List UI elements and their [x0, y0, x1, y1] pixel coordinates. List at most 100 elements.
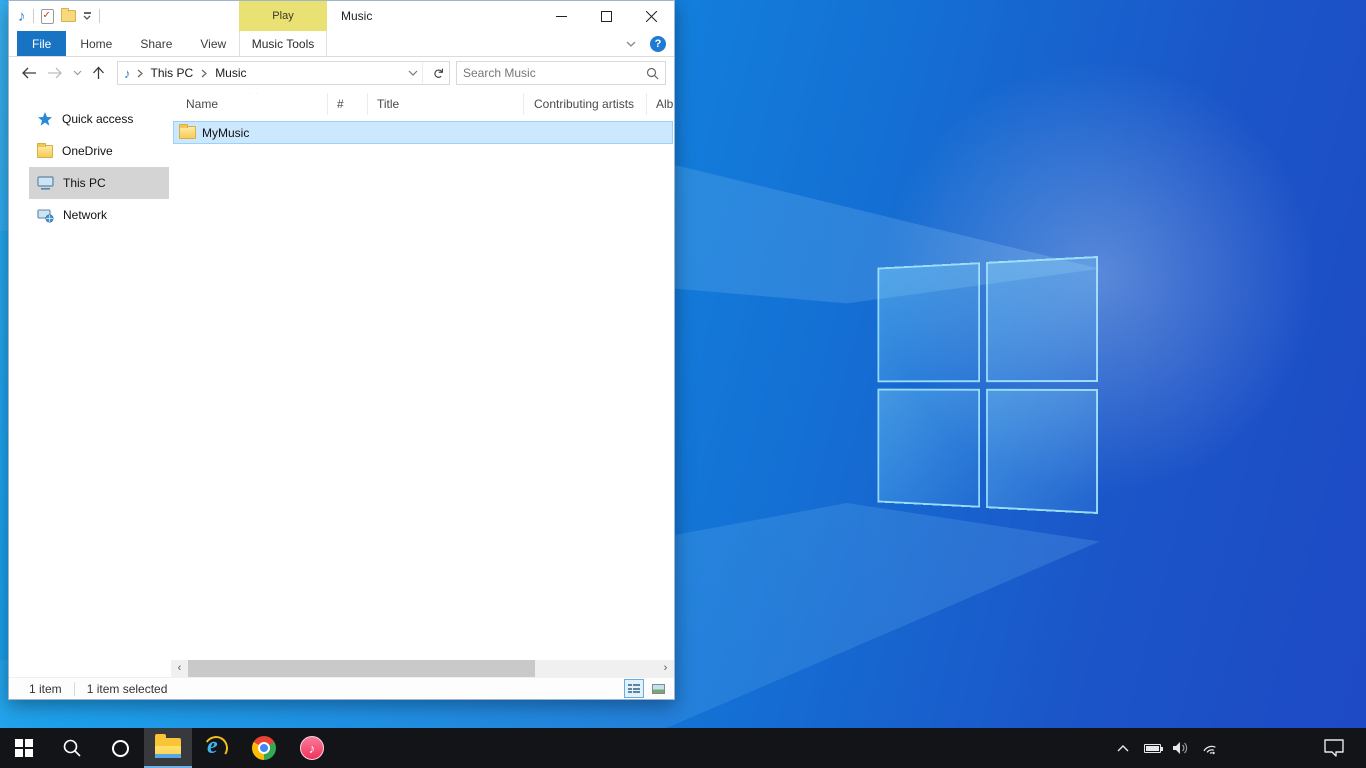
sort-ascending-caret-icon	[248, 93, 258, 94]
separator	[74, 682, 75, 696]
notification-icon	[1323, 738, 1345, 758]
maximize-icon	[601, 11, 612, 22]
logo-pane	[878, 262, 980, 382]
minimize-icon	[556, 11, 567, 22]
taskbar-chrome-button[interactable]	[240, 728, 288, 768]
sidebar-item-this-pc[interactable]: This PC	[29, 167, 169, 199]
search-input[interactable]	[463, 66, 642, 80]
recent-locations-chevron-icon[interactable]	[73, 70, 82, 76]
address-bar[interactable]: ♪ This PC Music ↻	[117, 61, 450, 85]
column-header-label: #	[337, 97, 344, 111]
wifi-icon	[1201, 741, 1219, 755]
battery-status-button[interactable]	[1142, 735, 1162, 761]
scrollbar-track[interactable]	[188, 660, 657, 677]
details-view-button[interactable]	[624, 679, 644, 698]
properties-icon[interactable]	[41, 9, 54, 24]
close-button[interactable]	[629, 1, 674, 31]
horizontal-scrollbar[interactable]: ‹ ›	[171, 660, 674, 677]
file-list[interactable]: MyMusic	[171, 116, 674, 660]
speaker-icon	[1172, 741, 1190, 755]
logo-pane	[878, 388, 980, 508]
minimize-button[interactable]	[539, 1, 584, 31]
tab-home[interactable]: Home	[66, 31, 126, 56]
tab-share[interactable]: Share	[126, 31, 186, 56]
navigation-pane: Quick access OneDrive This PC Network	[9, 89, 169, 677]
chrome-icon	[252, 736, 276, 760]
quick-access-star-icon	[37, 111, 53, 127]
up-arrow-icon[interactable]	[92, 66, 105, 80]
sidebar-item-network[interactable]: Network	[9, 199, 169, 231]
customize-dropdown-icon[interactable]	[83, 12, 92, 20]
battery-icon	[1144, 744, 1161, 753]
sidebar-item-quick-access[interactable]: Quick access	[9, 103, 169, 135]
taskbar-internet-explorer-button[interactable]: e	[192, 728, 240, 768]
sidebar-item-onedrive[interactable]: OneDrive	[9, 135, 169, 167]
ribbon-right-controls: ?	[626, 31, 666, 57]
desktop: ♪ Play Music	[0, 0, 1366, 768]
breadcrumb-this-pc[interactable]: This PC	[149, 66, 196, 80]
view-switcher	[624, 679, 668, 698]
this-pc-monitor-icon	[37, 176, 54, 191]
column-header-row: Name # Title Contributing artists Alb	[171, 89, 674, 116]
maximize-button[interactable]	[584, 1, 629, 31]
large-icons-view-button[interactable]	[648, 679, 668, 698]
show-hidden-icons-button[interactable]	[1113, 735, 1133, 761]
taskbar-search-button[interactable]	[48, 728, 96, 768]
music-note-icon: ♪	[300, 736, 324, 760]
search-box[interactable]	[456, 61, 666, 85]
folder-icon	[179, 126, 196, 139]
magnifier-icon[interactable]	[646, 67, 659, 80]
status-bar: 1 item 1 item selected	[9, 677, 674, 699]
back-arrow-icon[interactable]	[21, 67, 37, 79]
breadcrumb-chevron-icon[interactable]	[201, 69, 207, 78]
volume-button[interactable]	[1171, 735, 1191, 761]
separator	[33, 9, 34, 23]
chevron-up-icon	[1117, 745, 1129, 752]
nav-buttons	[21, 66, 105, 80]
contextual-tab-group-play[interactable]: Play	[239, 1, 327, 31]
breadcrumb-chevron-icon[interactable]	[137, 69, 143, 78]
column-header-album[interactable]: Alb	[647, 93, 674, 115]
sidebar-item-label: This PC	[63, 176, 106, 190]
column-header-contributing-artists[interactable]: Contributing artists	[524, 93, 647, 115]
taskbar-itunes-button[interactable]: ♪	[288, 728, 336, 768]
cortana-button[interactable]	[96, 728, 144, 768]
window-controls	[539, 1, 674, 31]
action-center-button[interactable]	[1316, 728, 1352, 768]
sidebar-item-label: OneDrive	[62, 144, 113, 158]
address-dropdown-chevron-icon[interactable]	[408, 70, 418, 76]
refresh-icon[interactable]: ↻	[430, 62, 447, 84]
tab-music-tools[interactable]: Music Tools	[239, 31, 327, 57]
column-header-label: Alb	[656, 97, 673, 111]
tab-file[interactable]: File	[17, 31, 66, 56]
large-icons-view-icon	[652, 684, 665, 694]
item-count: 1 item	[29, 682, 62, 696]
column-header-name[interactable]: Name	[171, 93, 328, 115]
file-explorer-window: ♪ Play Music	[8, 0, 675, 700]
new-folder-icon[interactable]	[61, 10, 76, 22]
scroll-right-arrow[interactable]: ›	[657, 660, 674, 677]
folder-icon	[155, 738, 181, 758]
scroll-left-arrow[interactable]: ‹	[171, 660, 188, 677]
column-header-title[interactable]: Title	[368, 93, 524, 115]
file-list-pane: Name # Title Contributing artists Alb My…	[171, 89, 674, 677]
scrollbar-thumb[interactable]	[188, 660, 535, 677]
close-icon	[646, 11, 657, 22]
logo-pane	[986, 388, 1098, 514]
taskbar-file-explorer-button[interactable]	[144, 728, 192, 768]
start-button[interactable]	[0, 728, 48, 768]
forward-arrow-icon[interactable]	[47, 67, 63, 79]
help-button[interactable]: ?	[650, 36, 666, 52]
tab-view[interactable]: View	[186, 31, 240, 56]
expand-ribbon-chevron-icon[interactable]	[626, 41, 636, 47]
column-header-number[interactable]: #	[328, 93, 368, 115]
file-row-mymusic[interactable]: MyMusic	[173, 121, 673, 144]
network-status-button[interactable]	[1200, 735, 1220, 761]
details-view-icon	[628, 684, 641, 693]
title-bar[interactable]: ♪ Play Music	[9, 1, 674, 31]
quick-access-toolbar: ♪	[9, 9, 100, 24]
separator	[422, 62, 423, 84]
breadcrumb-music[interactable]: Music	[213, 66, 248, 80]
breadcrumb: ♪ This PC Music	[124, 66, 408, 80]
onedrive-folder-icon	[37, 145, 53, 158]
